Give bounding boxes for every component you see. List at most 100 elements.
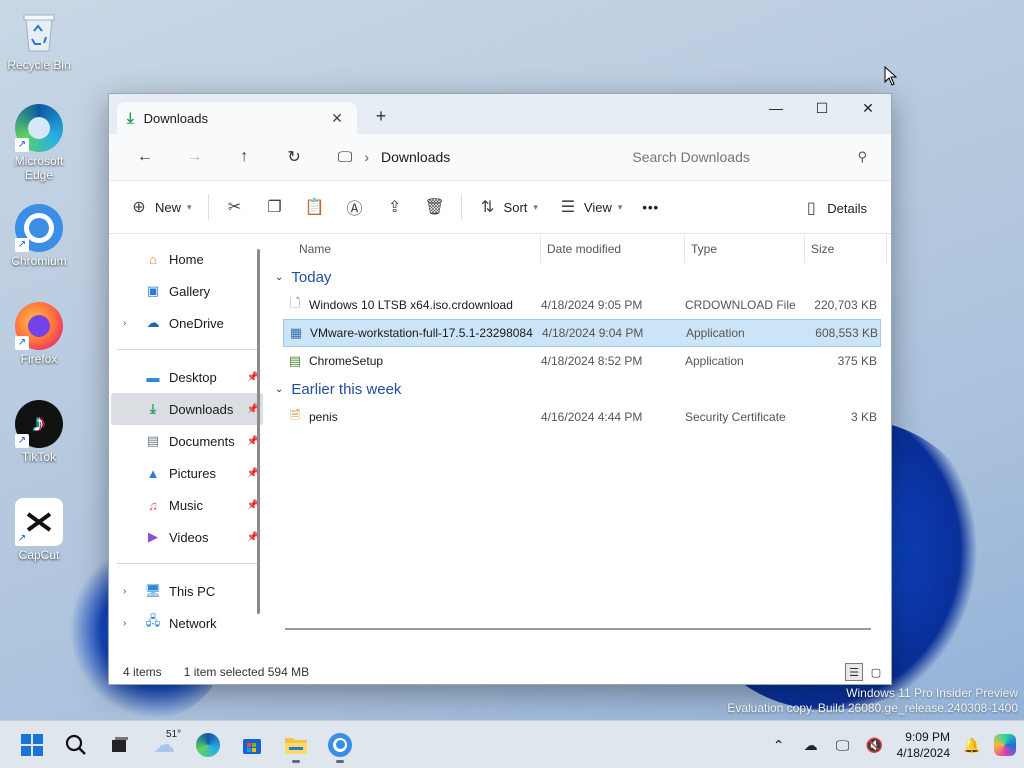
chevron-down-icon: ⌄: [275, 271, 284, 283]
sidebar-item-gallery[interactable]: ▣ Gallery: [111, 275, 263, 307]
sidebar-item-downloads[interactable]: ⤓ Downloads 📌: [111, 393, 263, 425]
sidebar-item-label: Home: [169, 251, 204, 267]
column-header-date[interactable]: Date modified: [541, 235, 685, 263]
up-button[interactable]: ↑: [220, 141, 268, 173]
sidebar-item-label: Network: [169, 615, 217, 631]
sidebar-scrollbar[interactable]: [257, 249, 260, 614]
taskbar-store[interactable]: [232, 725, 272, 765]
search-input[interactable]: [632, 149, 833, 165]
mouse-cursor-icon: [884, 66, 898, 86]
tab-close-icon[interactable]: ✕: [327, 110, 347, 127]
sidebar-item-videos[interactable]: ▶ Videos 📌: [111, 521, 263, 553]
documents-icon: ▤: [146, 433, 160, 448]
taskbar-chromium[interactable]: [320, 725, 360, 765]
minimize-button[interactable]: —: [753, 94, 799, 122]
chevron-right-icon[interactable]: ›: [123, 618, 126, 629]
document-file-icon: 🗋: [289, 297, 301, 310]
network-icon: 🖧: [145, 613, 161, 628]
recycle-bin-icon: [15, 8, 63, 56]
sidebar-divider: [117, 349, 257, 350]
sidebar-item-label: Desktop: [169, 369, 217, 385]
sidebar-item-pictures[interactable]: ▲ Pictures 📌: [111, 457, 263, 489]
capcut-icon: ↗: [15, 498, 63, 546]
notification-bell-icon[interactable]: 🔔: [962, 737, 982, 754]
table-row-selected[interactable]: ▦ VMware-workstation-full-17.5.1-23298084…: [283, 319, 881, 347]
task-view-button[interactable]: [100, 725, 140, 765]
search-icon[interactable]: ⚲: [857, 149, 867, 165]
file-size: 3 KB: [850, 410, 877, 424]
search-button[interactable]: [56, 725, 96, 765]
network-status-icon[interactable]: 🖵: [833, 737, 853, 754]
sidebar-item-label: Downloads: [169, 401, 234, 417]
more-icon: •••: [642, 199, 660, 215]
details-view-icon[interactable]: ☰: [845, 663, 863, 681]
maximize-button[interactable]: ☐: [799, 94, 845, 122]
taskbar-edge[interactable]: [188, 725, 228, 765]
details-button[interactable]: ▯ Details: [791, 191, 877, 225]
back-button[interactable]: ←: [121, 141, 169, 173]
onedrive-offline-icon[interactable]: ☁: [801, 737, 821, 754]
volume-muted-icon[interactable]: 🔇: [865, 737, 885, 754]
pictures-icon: ▲: [146, 465, 160, 481]
clock-date: 4/18/2024: [896, 746, 950, 760]
forward-button[interactable]: →: [171, 141, 219, 173]
start-button[interactable]: [12, 725, 52, 765]
view-button[interactable]: ☰ View ▾: [548, 190, 632, 224]
breadcrumb-downloads[interactable]: Downloads: [381, 149, 450, 165]
sidebar-item-this-pc[interactable]: › 🖥 This PC: [111, 575, 263, 607]
share-button[interactable]: ⇪: [375, 190, 415, 224]
sidebar-item-music[interactable]: ♫ Music 📌: [111, 489, 263, 521]
desktop-icon-recycle-bin[interactable]: Recycle Bin: [4, 8, 74, 72]
cut-button[interactable]: ✂: [215, 190, 255, 224]
installer-app-icon: ▤: [288, 353, 302, 368]
new-tab-button[interactable]: +: [371, 106, 391, 127]
breadcrumb[interactable]: 🖵 › Downloads: [330, 141, 606, 173]
taskbar-file-explorer[interactable]: [276, 725, 316, 765]
table-row[interactable]: 🗎 penis 4/16/2024 4:44 PM Security Certif…: [283, 403, 881, 431]
column-header-size[interactable]: Size: [805, 235, 887, 263]
tiles-view-icon[interactable]: ▢: [867, 663, 885, 681]
file-size: 375 KB: [837, 354, 877, 368]
close-window-button[interactable]: ✕: [845, 94, 891, 122]
sidebar-item-desktop[interactable]: ▬ Desktop 📌: [111, 361, 263, 393]
search-icon: [65, 734, 86, 755]
clock[interactable]: 9:09 PM 4/18/2024: [897, 729, 950, 761]
status-bar: 4 items 1 item selected 594 MB ☰ ▢: [109, 660, 891, 684]
desktop-icon-capcut[interactable]: ↗ CapCut: [4, 498, 74, 562]
desktop-icon-edge[interactable]: ↗ Microsoft Edge: [4, 104, 74, 182]
search-box[interactable]: ⚲: [620, 141, 879, 173]
table-row[interactable]: ▤ ChromeSetup 4/18/2024 8:52 PM Applicati…: [283, 347, 881, 375]
horizontal-scrollbar[interactable]: [285, 628, 871, 630]
details-pane-icon: ▯: [806, 200, 816, 217]
folder-icon: [285, 737, 307, 754]
delete-button[interactable]: 🗑: [415, 190, 455, 224]
desktop-icon-firefox[interactable]: ↗ Firefox: [4, 302, 74, 366]
sidebar-item-network[interactable]: › 🖧 Network: [111, 607, 263, 639]
copy-button[interactable]: ❐: [255, 190, 295, 224]
refresh-button[interactable]: ↻: [270, 141, 318, 173]
sidebar-item-home[interactable]: ⌂ Home: [111, 243, 263, 275]
table-row[interactable]: 🗋 Windows 10 LTSB x64.iso.crdownload 4/18…: [283, 291, 881, 319]
group-header-today[interactable]: ⌄ Today: [265, 263, 891, 291]
copilot-icon[interactable]: [994, 734, 1016, 756]
file-date: 4/18/2024 8:52 PM: [541, 354, 643, 368]
sort-button[interactable]: ⇅ Sort ▾: [468, 190, 548, 224]
paste-button[interactable]: 📋: [295, 190, 335, 224]
desktop-icon-chromium[interactable]: ↗ Chromium: [4, 204, 74, 268]
chevron-right-icon[interactable]: ›: [123, 586, 126, 597]
more-options-button[interactable]: •••: [632, 190, 669, 224]
edge-icon: ↗: [15, 104, 63, 152]
sidebar-item-documents[interactable]: ▤ Documents 📌: [111, 425, 263, 457]
chevron-up-icon[interactable]: ⌃: [769, 737, 789, 754]
sidebar-item-onedrive[interactable]: › ☁ OneDrive: [111, 307, 263, 339]
new-button[interactable]: ⊕ New ▾: [119, 190, 202, 224]
desktop-icon-tiktok[interactable]: ♪ ↗ TikTok: [4, 400, 74, 464]
column-header-name[interactable]: Name: [265, 235, 541, 263]
chevron-right-icon[interactable]: ›: [123, 318, 126, 329]
column-header-type[interactable]: Type: [685, 235, 805, 263]
toolbar-divider: [460, 194, 462, 220]
tab-downloads[interactable]: ⤓ Downloads ✕: [117, 102, 357, 134]
group-header-earlier-this-week[interactable]: ⌄ Earlier this week: [265, 375, 891, 403]
home-icon: ⌂: [149, 251, 157, 267]
rename-button[interactable]: Ⓐ: [335, 190, 375, 224]
